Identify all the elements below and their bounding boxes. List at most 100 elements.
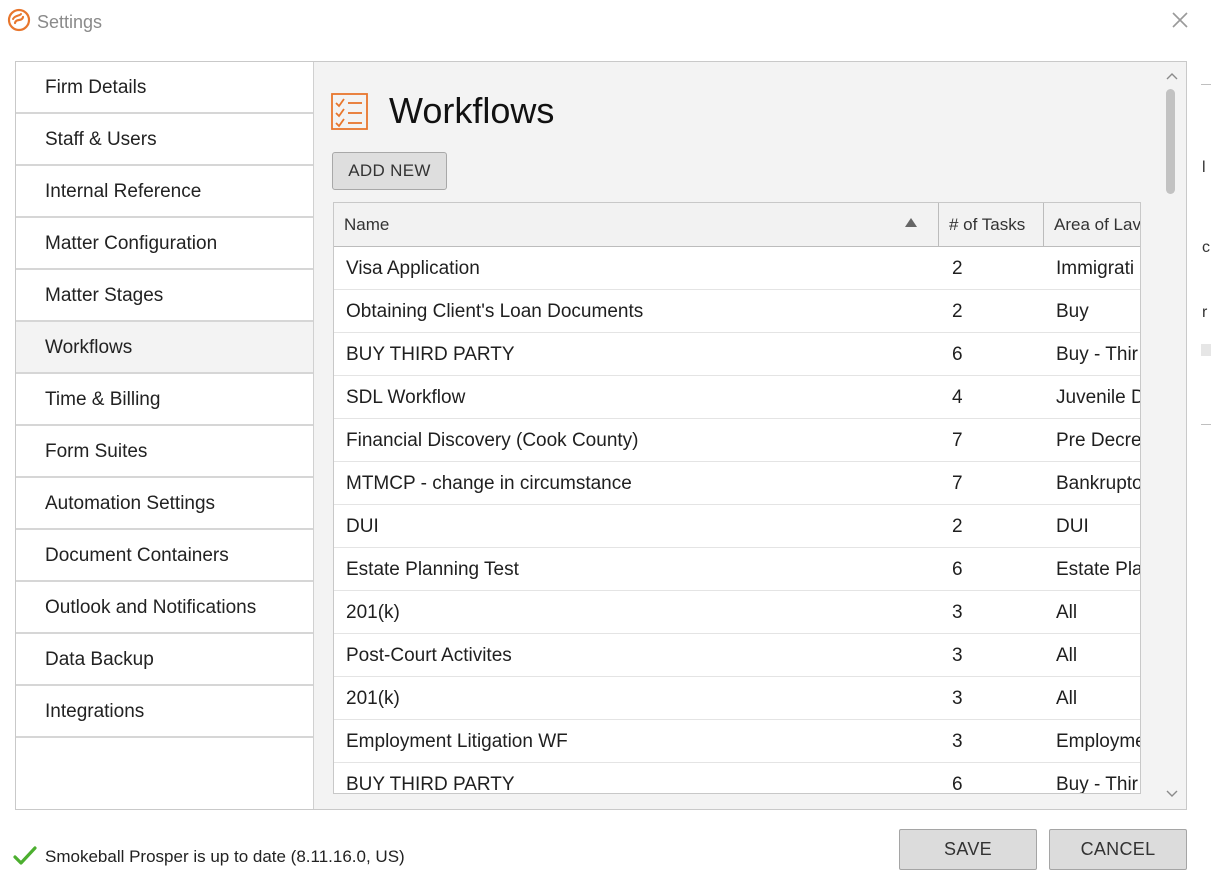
cell-name: Visa Application: [346, 258, 480, 279]
sidebar-item-label: Matter Stages: [45, 285, 164, 306]
cell-area: All: [1056, 645, 1078, 666]
column-header-label: Name: [344, 215, 390, 234]
settings-panel: Firm Details Staff & Users Internal Refe…: [15, 61, 1187, 810]
background-shade: [1201, 344, 1211, 356]
checkmark-icon: [13, 846, 37, 865]
chevron-up-icon[interactable]: [1166, 71, 1178, 81]
cancel-button[interactable]: CANCEL: [1049, 829, 1187, 870]
sidebar-item-data-backup[interactable]: Data Backup: [16, 634, 313, 686]
add-new-button[interactable]: ADD NEW: [332, 152, 447, 190]
cell-name: DUI: [346, 516, 379, 537]
vertical-scrollbar[interactable]: [1159, 62, 1184, 809]
table-row[interactable]: MTMCP - change in circumstance 7 Bankrup…: [334, 462, 1141, 505]
cell-name: Employment Litigation WF: [346, 731, 568, 752]
cell-name: 201(k): [346, 602, 400, 623]
table-row[interactable]: Estate Planning Test 6 Estate Pla: [334, 548, 1141, 591]
cell-tasks: 6: [952, 774, 963, 794]
title-bar: Settings: [0, 0, 1211, 44]
cell-tasks: 6: [952, 344, 963, 365]
sort-ascending-icon: [905, 218, 917, 227]
cell-tasks: 3: [952, 688, 963, 709]
sidebar-item-document-containers[interactable]: Document Containers: [16, 530, 313, 582]
table-row[interactable]: 201(k) 3 All: [334, 677, 1140, 720]
cell-name: Estate Planning Test: [346, 559, 519, 580]
sidebar-item-label: Data Backup: [45, 649, 154, 670]
background-window-edge: l c r: [1201, 44, 1211, 444]
sidebar-item-label: Outlook and Notifications: [45, 597, 257, 618]
sidebar-item-time-billing[interactable]: Time & Billing: [16, 374, 313, 426]
window-title: Settings: [37, 12, 103, 32]
cell-name: BUY THIRD PARTY: [346, 344, 515, 365]
sidebar-item-form-suites[interactable]: Form Suites: [16, 426, 313, 478]
cell-tasks: 4: [952, 387, 963, 408]
sidebar-item-label: Staff & Users: [45, 129, 157, 150]
column-header-name[interactable]: Name: [334, 203, 939, 246]
cell-area: Bankrupto: [1056, 473, 1141, 494]
cell-area: Estate Pla: [1056, 559, 1141, 580]
sidebar-item-label: Document Containers: [45, 545, 229, 566]
table-row[interactable]: Visa Application 2 Immigrati: [334, 247, 1140, 290]
table-row[interactable]: 201(k) 3 All: [334, 591, 1140, 634]
cell-area: Pre Decre: [1056, 430, 1141, 451]
table-row[interactable]: Financial Discovery (Cook County) 7 Pre …: [334, 419, 1141, 462]
sidebar-item-workflows[interactable]: Workflows: [16, 322, 313, 374]
checklist-icon: [331, 93, 368, 130]
sidebar-item-label: Integrations: [45, 701, 145, 722]
scrollbar-thumb[interactable]: [1166, 89, 1175, 194]
sidebar-item-label: Matter Configuration: [45, 233, 218, 254]
background-glyph: c: [1202, 239, 1210, 256]
sidebar-item-internal-reference[interactable]: Internal Reference: [16, 166, 313, 218]
background-glyph: r: [1202, 304, 1208, 321]
sidebar-item-integrations[interactable]: Integrations: [16, 686, 313, 738]
workflows-table: Name # of Tasks Area of Lav Visa Applica…: [333, 202, 1141, 794]
table-row[interactable]: Employment Litigation WF 3 Employme: [334, 720, 1141, 763]
cell-tasks: 2: [952, 516, 963, 537]
column-header-label: Area of Lav: [1054, 215, 1141, 234]
cell-name: SDL Workflow: [346, 387, 466, 408]
cell-area: All: [1056, 688, 1078, 709]
workflows-content: Workflows ADD NEW Name # of Tasks Area o…: [314, 62, 1186, 809]
sidebar-item-outlook-notifications[interactable]: Outlook and Notifications: [16, 582, 313, 634]
cell-tasks: 2: [952, 301, 963, 322]
sidebar-item-matter-configuration[interactable]: Matter Configuration: [16, 218, 313, 270]
cell-area: Immigrati: [1056, 258, 1135, 279]
sidebar-item-label: Automation Settings: [45, 493, 216, 514]
cell-area: DUI: [1056, 516, 1089, 537]
cell-area: Employme: [1056, 731, 1141, 752]
column-header-area-of-law[interactable]: Area of Lav: [1044, 203, 1141, 246]
table-row[interactable]: BUY THIRD PARTY 6 Buy - Thir: [334, 763, 1140, 794]
table-row[interactable]: Obtaining Client's Loan Documents 2 Buy: [334, 290, 1140, 333]
cell-tasks: 6: [952, 559, 963, 580]
smokeball-logo-icon: [7, 8, 31, 32]
cell-area: Buy: [1056, 301, 1089, 322]
cell-name: 201(k): [346, 688, 400, 709]
cell-name: Post-Court Activites: [346, 645, 512, 666]
sidebar-item-label: Firm Details: [45, 77, 147, 98]
cell-area: Buy - Thir: [1056, 344, 1139, 365]
background-divider: [1201, 84, 1211, 85]
table-row[interactable]: SDL Workflow 4 Juvenile D: [334, 376, 1140, 419]
chevron-down-icon[interactable]: [1166, 789, 1178, 799]
table-header: Name # of Tasks Area of Lav: [334, 203, 1141, 247]
column-header-tasks[interactable]: # of Tasks: [939, 203, 1044, 246]
save-button[interactable]: SAVE: [899, 829, 1037, 870]
cell-name: Obtaining Client's Loan Documents: [346, 301, 644, 322]
update-status-text: Smokeball Prosper is up to date (8.11.16…: [45, 847, 405, 866]
table-row[interactable]: Post-Court Activites 3 All: [334, 634, 1140, 677]
cell-area: Buy - Thir: [1056, 774, 1139, 794]
cell-tasks: 3: [952, 645, 963, 666]
sidebar-item-firm-details[interactable]: Firm Details: [16, 62, 313, 114]
sidebar-item-staff-users[interactable]: Staff & Users: [16, 114, 313, 166]
cell-area: All: [1056, 602, 1078, 623]
table-row[interactable]: BUY THIRD PARTY 6 Buy - Thir: [334, 333, 1140, 376]
cell-tasks: 2: [952, 258, 963, 279]
table-row[interactable]: DUI 2 DUI: [334, 505, 1140, 548]
sidebar-item-automation-settings[interactable]: Automation Settings: [16, 478, 313, 530]
sidebar-item-matter-stages[interactable]: Matter Stages: [16, 270, 313, 322]
sidebar-item-label: Workflows: [45, 337, 133, 358]
column-header-label: # of Tasks: [949, 215, 1026, 234]
cell-name: MTMCP - change in circumstance: [346, 473, 632, 494]
cell-tasks: 3: [952, 731, 963, 752]
cell-tasks: 7: [952, 430, 963, 451]
close-icon[interactable]: [1168, 8, 1192, 32]
